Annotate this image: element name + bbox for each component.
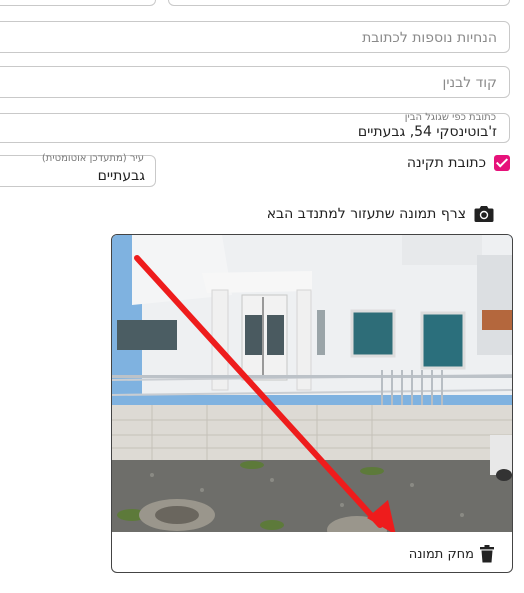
photo-card: מחק תמונה <box>111 234 513 573</box>
valid-address-checkbox[interactable] <box>494 155 510 171</box>
camera-icon[interactable] <box>474 205 494 223</box>
city-value: גבעתיים <box>97 168 145 184</box>
extra-instructions-field[interactable]: הנחיות נוספות לכתובת <box>0 21 510 53</box>
google-address-value: ז'בוטינסקי 54, גבעתיים <box>357 124 497 140</box>
city-label: עיר (מתעדכן אוטומטית) <box>41 153 144 164</box>
google-address-label: כתובת כפי שגוגל הבין <box>404 112 496 123</box>
valid-address-label: כתובת תקינה <box>406 155 486 171</box>
delete-photo-button[interactable]: מחק תמונה <box>409 545 494 563</box>
valid-address-row[interactable]: כתובת תקינה <box>407 155 510 171</box>
top-field-right[interactable] <box>168 0 510 6</box>
extra-instructions-placeholder: הנחיות נוספות לכתובת <box>362 30 497 46</box>
delete-photo-label: מחק תמונה <box>408 546 474 562</box>
google-address-field[interactable]: כתובת כפי שגוגל הבין ז'בוטינסקי 54, גבעת… <box>0 112 510 143</box>
trash-icon[interactable] <box>480 545 494 563</box>
building-code-placeholder: קוד לבנין <box>442 75 497 91</box>
building-photo <box>112 235 512 532</box>
building-code-field[interactable]: קוד לבנין <box>0 66 510 98</box>
top-field-left[interactable] <box>0 0 156 6</box>
attach-photo-label: צרף תמונה שתעזור למתנדב הבא <box>266 206 466 222</box>
city-field[interactable]: עיר (מתעדכן אוטומטית) גבעתיים <box>0 153 156 187</box>
attach-photo[interactable]: צרף תמונה שתעזור למתנדב הבא <box>267 205 494 223</box>
